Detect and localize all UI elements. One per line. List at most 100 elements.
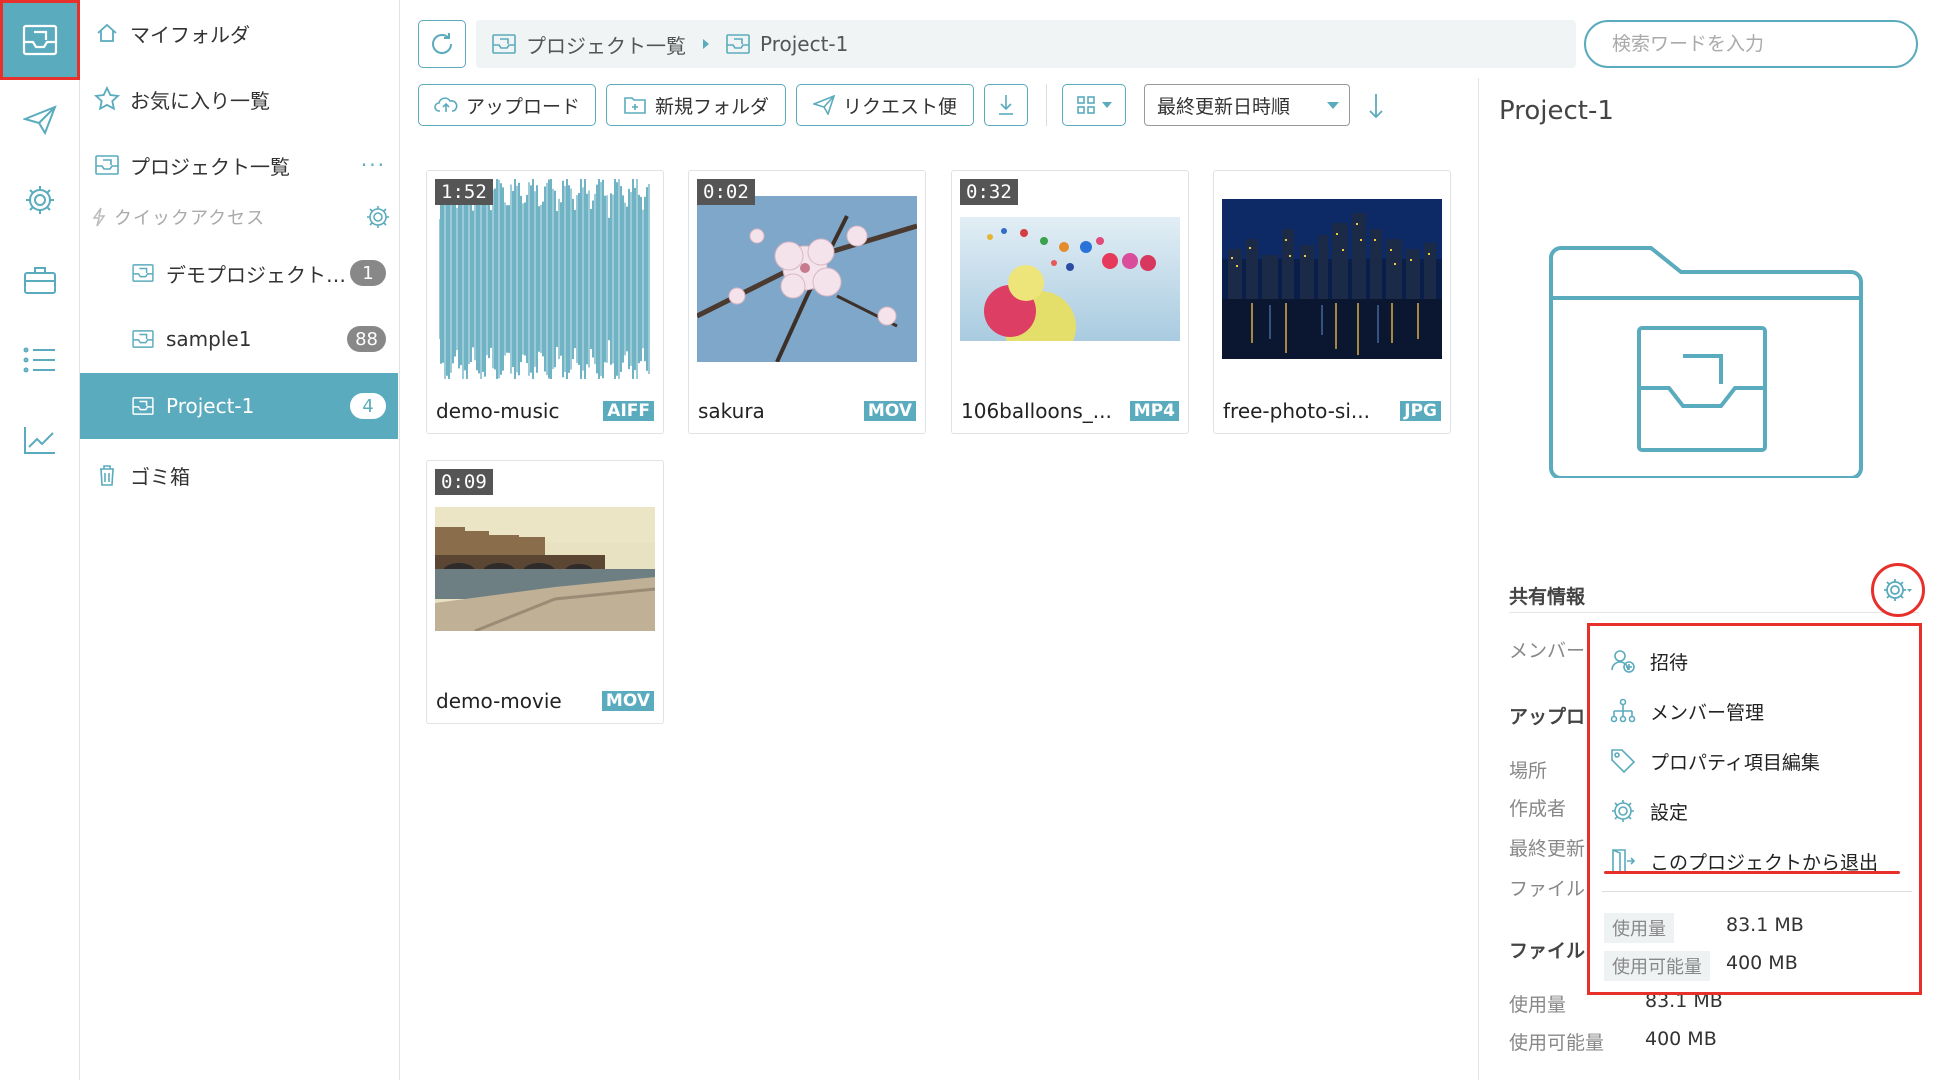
arrow-down-icon: [1369, 94, 1383, 119]
audio-waveform-thumbnail: [435, 179, 655, 379]
section-divider: [1509, 612, 1919, 613]
nav-project-item-active[interactable]: Project-1 4: [80, 373, 398, 439]
menu-available-label: 使用可能量: [1604, 951, 1710, 981]
request-label: リクエスト便: [842, 95, 957, 118]
search-input[interactable]: [1584, 20, 1918, 68]
home-icon: [92, 23, 122, 43]
inbox-icon: [492, 34, 516, 54]
duration-badge: 0:32: [960, 179, 1018, 205]
request-button[interactable]: リクエスト便: [796, 84, 974, 126]
inbox-icon: [128, 330, 158, 348]
refresh-button[interactable]: [418, 20, 466, 68]
menu-item-label: 設定: [1650, 801, 1689, 824]
chevron-down-icon: [1327, 102, 1339, 109]
place-label: 場所: [1509, 760, 1548, 782]
menu-item-member-management[interactable]: メンバー管理: [1610, 691, 1910, 731]
rail-list-button[interactable]: [0, 320, 80, 400]
city-night-thumbnail: [1222, 179, 1442, 379]
menu-item-invite[interactable]: 招待: [1610, 641, 1910, 681]
sort-select[interactable]: 最終更新日時順: [1144, 84, 1350, 126]
duration-badge: 1:52: [435, 179, 493, 205]
rail-send-button[interactable]: [0, 80, 80, 160]
last-updated-label: 最終更新: [1509, 838, 1586, 860]
rail-briefcase-button[interactable]: [0, 240, 80, 320]
chart-icon: [24, 427, 55, 454]
nav-favorites-label: お気に入り一覧: [130, 88, 270, 113]
rail-settings-button[interactable]: [0, 160, 80, 240]
nav-project-label: デモプロジェクト…: [166, 262, 346, 287]
menu-item-label: 招待: [1650, 651, 1689, 674]
tag-icon: [1610, 748, 1636, 774]
download-icon: [999, 95, 1013, 115]
gear-icon: [26, 186, 54, 214]
briefcase-icon: [24, 267, 56, 294]
cloud-upload-icon: [434, 97, 458, 112]
menu-divider: [1602, 891, 1912, 892]
chevron-down-icon: [1102, 102, 1112, 108]
inbox-icon: [128, 264, 158, 282]
project-settings-menu: 招待 メンバー管理 プロパティ項目編集 設定 このプロジェクトから退出 使用量 …: [1587, 623, 1922, 995]
inbox-icon: [128, 397, 158, 415]
nav-trash-label: ゴミ箱: [130, 464, 190, 489]
file-card[interactable]: 0:02 sakura MOV: [688, 170, 926, 434]
menu-item-leave-project[interactable]: このプロジェクトから退出: [1610, 841, 1910, 881]
quick-access-label: クイックアクセス: [114, 208, 266, 229]
quick-access-header: クイックアクセス: [92, 200, 392, 234]
nav-trash[interactable]: ゴミ箱: [80, 442, 398, 508]
item-count-badge: 1: [350, 260, 386, 286]
detail-title: Project-1: [1499, 96, 1614, 126]
toolbar-divider: [1046, 84, 1047, 126]
leave-highlight-underline: [1604, 871, 1900, 874]
sort-direction-button[interactable]: [1368, 92, 1384, 120]
nav-projects[interactable]: プロジェクト一覧 ···: [80, 132, 398, 198]
nav-project-item[interactable]: デモプロジェクト… 1: [80, 240, 398, 306]
icon-rail: [0, 0, 80, 1080]
duration-badge: 0:02: [697, 179, 755, 205]
menu-usage-label: 使用量: [1604, 913, 1674, 943]
menu-item-settings[interactable]: 設定: [1610, 791, 1910, 831]
nav-projects-label: プロジェクト一覧: [130, 154, 290, 179]
file-card[interactable]: 0:09 demo-movie MOV: [426, 460, 664, 724]
file-label: ファイル: [1509, 878, 1586, 900]
file-name: demo-music: [436, 399, 560, 423]
new-folder-button[interactable]: 新規フォルダ: [606, 84, 786, 126]
nav-project-item[interactable]: sample1 88: [80, 306, 398, 372]
menu-item-property-edit[interactable]: プロパティ項目編集: [1610, 741, 1910, 781]
folder-add-icon: [624, 97, 646, 114]
menu-usage-value: 83.1 MB: [1726, 914, 1804, 936]
new-folder-label: 新規フォルダ: [654, 95, 769, 118]
file-type-badge: JPG: [1400, 401, 1441, 421]
view-mode-button[interactable]: [1062, 84, 1126, 126]
gear-icon: [1884, 579, 1912, 601]
paper-plane-icon: [812, 95, 835, 115]
share-settings-button[interactable]: [1871, 563, 1925, 617]
projects-more-button[interactable]: ···: [361, 153, 386, 177]
file-name: 106balloons_...: [961, 399, 1112, 423]
paper-plane-icon: [23, 105, 57, 135]
grid-icon: [1077, 96, 1095, 114]
quick-access-settings-icon[interactable]: [366, 205, 390, 229]
nav-my-folder-label: マイフォルダ: [130, 22, 250, 47]
breadcrumb-current: Project-1: [760, 32, 849, 56]
bridge-thumbnail: [435, 469, 655, 669]
sakura-thumbnail: [697, 179, 917, 379]
inbox-icon: [92, 155, 122, 175]
nav-my-folder[interactable]: マイフォルダ: [80, 0, 398, 66]
share-info-heading: 共有情報: [1509, 586, 1586, 608]
file-card[interactable]: 1:52 demo-music AIFF: [426, 170, 664, 434]
nav-project-label: sample1: [166, 327, 252, 351]
rail-folder-button[interactable]: [0, 0, 80, 80]
sort-label: 最終更新日時順: [1157, 95, 1291, 118]
item-count-badge: 4: [350, 393, 386, 419]
rail-analytics-button[interactable]: [0, 400, 80, 480]
item-count-badge: 88: [347, 326, 386, 352]
download-button[interactable]: [984, 84, 1028, 126]
file-card[interactable]: 0:32 106balloons_... MP4: [951, 170, 1189, 434]
upload-heading: アップロ: [1509, 706, 1586, 728]
nav-favorites[interactable]: お気に入り一覧: [80, 66, 398, 132]
star-icon: [92, 86, 122, 112]
file-card[interactable]: free-photo-si... JPG: [1213, 170, 1451, 434]
breadcrumb-root[interactable]: プロジェクト一覧: [526, 30, 686, 59]
folder-nav: マイフォルダ お気に入り一覧 プロジェクト一覧 ··· クイックアクセス デモプ…: [80, 0, 400, 1080]
upload-button[interactable]: アップロード: [418, 84, 596, 126]
